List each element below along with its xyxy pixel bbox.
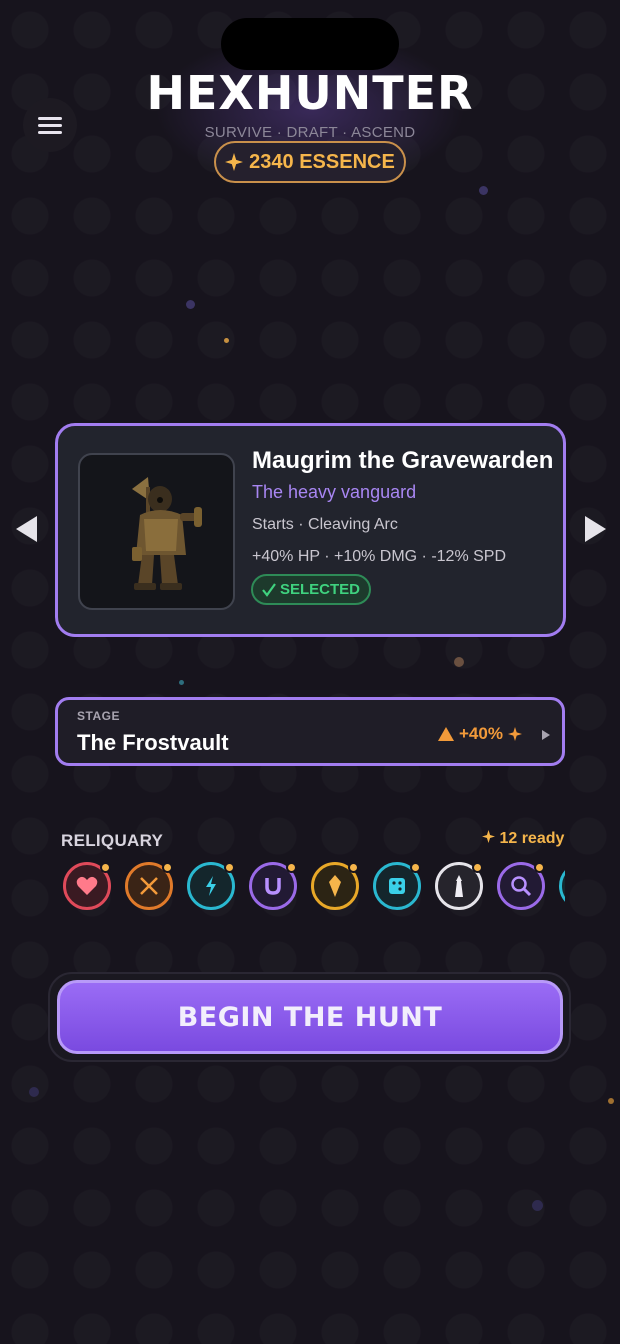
- essence-label: 2340 ESSENCE: [249, 150, 395, 173]
- magnet-icon: [265, 878, 281, 895]
- lightning-icon: [206, 876, 216, 896]
- reliquary-title: RELIQUARY: [61, 831, 164, 850]
- particle: [454, 657, 464, 667]
- sparkle-icon: [482, 830, 495, 843]
- ready-indicator: [162, 862, 173, 873]
- relic-dice[interactable]: [373, 862, 421, 910]
- skull-search-icon: [511, 876, 532, 897]
- triangle-up-icon: [438, 727, 454, 741]
- hero-card[interactable]: Maugrim the Gravewarden The heavy vangua…: [55, 423, 566, 637]
- particle: [186, 300, 195, 309]
- chevron-right-icon: [542, 730, 550, 740]
- hero-starting-ability: Starts · Cleaving Arc: [252, 516, 398, 533]
- reliquary-ready-label: 12 ready: [499, 830, 565, 847]
- crossed-swords-icon: [140, 877, 158, 895]
- particle: [532, 1200, 543, 1211]
- stage-label: STAGE: [77, 709, 120, 723]
- relic-lightning[interactable]: [187, 862, 235, 910]
- ready-indicator: [286, 862, 297, 873]
- selected-badge: SELECTED: [251, 574, 371, 605]
- hero-portrait: [78, 453, 235, 610]
- stage-difficulty-modifier: +40%: [438, 724, 522, 744]
- hero-name: Maugrim the Gravewarden: [252, 447, 554, 474]
- game-title: HEXHUNTER: [146, 66, 474, 120]
- relic-skull-search[interactable]: [497, 862, 545, 910]
- relic-swords[interactable]: [125, 862, 173, 910]
- ready-indicator: [410, 862, 421, 873]
- particle: [224, 338, 229, 343]
- previous-hero-arrow[interactable]: [16, 516, 37, 542]
- relic-magnet[interactable]: [249, 862, 297, 910]
- relic-heart[interactable]: [63, 862, 111, 910]
- check-icon: [262, 582, 276, 597]
- hero-subtitle: The heavy vanguard: [252, 482, 417, 502]
- stage-name: The Frostvault: [77, 730, 229, 755]
- essence-counter: 2340 ESSENCE: [214, 141, 406, 183]
- game-tagline: SURVIVE · DRAFT · ASCEND: [204, 124, 416, 141]
- sparkle-icon: [507, 727, 522, 741]
- relic-partial[interactable]: [559, 862, 565, 910]
- crystal-icon: [329, 875, 341, 897]
- ready-indicator: [472, 862, 483, 873]
- armored-warrior-icon: [131, 476, 202, 590]
- begin-hunt-button[interactable]: BEGIN THE HUNT: [57, 980, 563, 1054]
- selected-label: SELECTED: [279, 581, 360, 598]
- dice-icon: [389, 878, 405, 894]
- stage-selector[interactable]: STAGE The Frostvault +40%: [55, 697, 565, 766]
- tower-icon: [455, 875, 463, 897]
- game-screen: HEXHUNTER SURVIVE · DRAFT · ASCEND 2340 …: [0, 0, 620, 1344]
- heart-icon: [76, 876, 98, 895]
- particle: [608, 1098, 614, 1104]
- relic-row: [63, 860, 565, 912]
- particle: [479, 186, 488, 195]
- ready-indicator: [100, 862, 111, 873]
- sparkle-icon: [225, 153, 244, 171]
- ready-indicator: [348, 862, 359, 873]
- camera-notch: [221, 18, 399, 70]
- ready-indicator: [534, 862, 545, 873]
- hero-stats: +40% HP · +10% DMG · -12% SPD: [252, 548, 507, 565]
- ready-indicator: [224, 862, 235, 873]
- particle: [29, 1087, 39, 1097]
- relic-tower[interactable]: [435, 862, 483, 910]
- stage-modifier-value: +40%: [459, 724, 503, 743]
- particle: [179, 680, 184, 685]
- reliquary-ready-count: 12 ready: [482, 830, 564, 848]
- relic-crystal[interactable]: [311, 862, 359, 910]
- next-hero-arrow[interactable]: [585, 516, 606, 542]
